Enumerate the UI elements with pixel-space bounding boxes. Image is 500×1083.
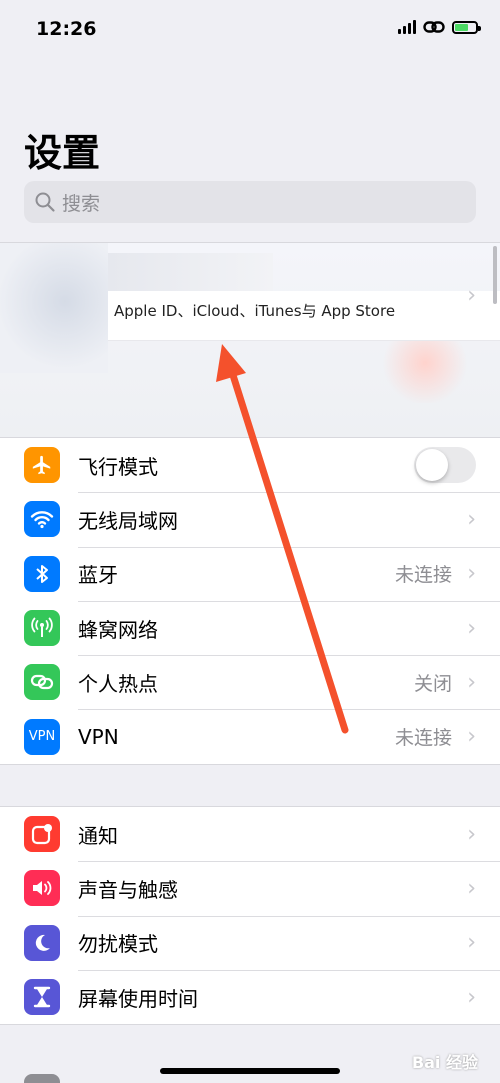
- speaker-icon: [24, 870, 60, 907]
- search-bar[interactable]: 搜索: [24, 181, 476, 223]
- chevron-right-icon: ›: [467, 930, 476, 956]
- avatar: [0, 243, 108, 373]
- chevron-right-icon: ›: [467, 506, 476, 532]
- profile-subtitle: Apple ID、iCloud、iTunes与 App Store: [114, 302, 396, 320]
- cellular-signal-icon: [398, 20, 416, 34]
- row-label: 蓝牙: [78, 563, 118, 588]
- home-indicator[interactable]: [160, 1068, 340, 1074]
- search-placeholder: 搜索: [62, 192, 101, 215]
- profile-subtitle-card: Apple ID、iCloud、iTunes与 App Store: [108, 291, 500, 341]
- row-value: 未连接: [394, 564, 452, 587]
- network-settings-group: 飞行模式 无线局域网 › 蓝牙 未连接 › 蜂窝网络 › 个人热点 关闭 › V…: [0, 437, 500, 765]
- chevron-right-icon: ›: [467, 984, 476, 1010]
- vpn-icon: VPN: [24, 718, 60, 755]
- watermark-logo: Bai 经验: [411, 1053, 478, 1072]
- row-sounds-haptics[interactable]: 声音与触感 ›: [0, 861, 500, 915]
- row-bluetooth[interactable]: 蓝牙 未连接 ›: [0, 546, 500, 601]
- airplane-icon: [24, 447, 60, 484]
- chevron-right-icon: ›: [467, 669, 476, 695]
- general-icon: [24, 1074, 60, 1083]
- row-label: 通知: [78, 823, 118, 848]
- row-label: 蜂窝网络: [78, 617, 158, 642]
- hourglass-icon: [24, 979, 60, 1016]
- chevron-right-icon: ›: [467, 724, 476, 750]
- notifications-icon: [24, 816, 60, 853]
- row-label: 飞行模式: [78, 454, 158, 479]
- row-value: 未连接: [394, 727, 452, 750]
- row-label: 屏幕使用时间: [78, 986, 198, 1011]
- chevron-right-icon: ›: [467, 283, 476, 308]
- bluetooth-icon: [24, 555, 60, 592]
- battery-icon: [452, 20, 481, 34]
- row-vpn[interactable]: VPN VPN 未连接 ›: [0, 709, 500, 763]
- row-screen-time[interactable]: 屏幕使用时间 ›: [0, 969, 500, 1024]
- status-icons: [398, 20, 481, 34]
- notification-settings-group: 通知 › 声音与触感 › 勿扰模式 › 屏幕使用时间 ›: [0, 806, 500, 1026]
- wifi-icon: [24, 501, 60, 538]
- page-title: 设置: [24, 131, 101, 175]
- moon-icon: [24, 924, 60, 961]
- row-label: 个人热点: [78, 671, 158, 696]
- row-airplane-mode[interactable]: 飞行模式: [0, 438, 500, 492]
- chevron-right-icon: ›: [467, 875, 476, 901]
- antenna-icon: [24, 610, 60, 647]
- row-cellular[interactable]: 蜂窝网络 ›: [0, 600, 500, 655]
- row-label: 声音与触感: [78, 877, 178, 902]
- chevron-right-icon: ›: [467, 561, 476, 587]
- scrollbar[interactable]: [493, 246, 497, 304]
- row-label: 无线局域网: [78, 508, 178, 533]
- row-personal-hotspot[interactable]: 个人热点 关闭 ›: [0, 655, 500, 709]
- apple-id-cell[interactable]: Apple ID、iCloud、iTunes与 App Store ›: [0, 242, 500, 437]
- link-icon: [423, 21, 445, 33]
- hotspot-icon: [24, 664, 60, 701]
- row-do-not-disturb[interactable]: 勿扰模式 ›: [0, 915, 500, 970]
- row-notifications[interactable]: 通知 ›: [0, 807, 500, 861]
- airplane-mode-toggle[interactable]: [414, 447, 476, 484]
- row-value: 关闭: [413, 672, 452, 695]
- profile-name-blurred: [108, 253, 273, 293]
- chevron-right-icon: ›: [467, 821, 476, 847]
- row-label: VPN: [78, 724, 119, 749]
- search-icon: [35, 192, 55, 212]
- row-label: 勿扰模式: [78, 932, 158, 957]
- status-time: 12:26: [36, 18, 97, 40]
- status-bar: 12:26: [0, 0, 500, 60]
- chevron-right-icon: ›: [467, 615, 476, 641]
- row-wifi[interactable]: 无线局域网 ›: [0, 492, 500, 546]
